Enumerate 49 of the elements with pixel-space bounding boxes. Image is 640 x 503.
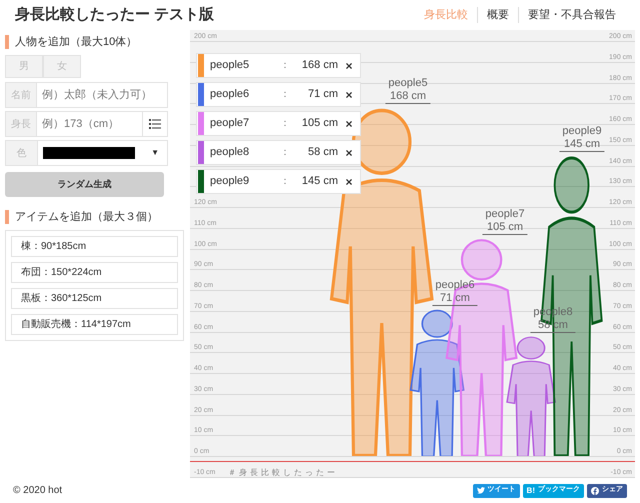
person-height: 168 cm: [390, 90, 426, 104]
remove-button[interactable]: ×: [338, 56, 360, 74]
copyright-text: © 2020 hot: [13, 484, 62, 498]
hashtag-text: ＃身長比較したったー: [228, 468, 338, 477]
separator-text: ：: [280, 146, 290, 160]
person-height: 145 cm: [302, 174, 338, 190]
person-height: 168 cm: [302, 58, 338, 74]
name-field[interactable]: 例）太郎（未入力可）: [37, 82, 168, 108]
heading-accent: [5, 35, 9, 49]
remove-button[interactable]: ×: [338, 86, 360, 104]
separator-text: ：: [280, 175, 290, 189]
nav-link[interactable]: 概要: [477, 6, 518, 24]
section-heading: 人物を追加（最大10体）: [15, 34, 138, 50]
item-button[interactable]: 黒板：360*125cm: [11, 288, 178, 309]
random-button[interactable]: ランダム生成: [5, 172, 164, 197]
separator-text: ：: [280, 88, 290, 102]
person-name: people7: [485, 208, 525, 222]
separator-text: ：: [280, 59, 290, 73]
person-name: people9: [210, 174, 250, 190]
bookmark-mark: B!: [526, 484, 535, 496]
section-heading: アイテムを追加（最大３個）: [15, 210, 158, 225]
remove-button[interactable]: ×: [338, 144, 360, 162]
site-title: 身長比較したったー テスト版: [15, 4, 214, 25]
item-button[interactable]: 棟：90*185cm: [11, 236, 178, 257]
person-height: 58 cm: [308, 145, 338, 160]
list-icon[interactable]: [143, 111, 168, 137]
height-field[interactable]: 例）173（cm）: [37, 111, 143, 137]
person-height: 71 cm: [440, 292, 470, 305]
separator-text: ：: [280, 117, 290, 131]
bird-icon: [476, 487, 485, 494]
person-name: people6: [435, 278, 475, 292]
item-button[interactable]: 布団：150*224cm: [11, 262, 178, 283]
nav-link[interactable]: 要望・不具合報告: [518, 6, 625, 24]
person-height: 71 cm: [308, 87, 338, 102]
person-name: people8: [210, 145, 250, 160]
person-name: people5: [210, 58, 250, 74]
person-height: 145 cm: [564, 138, 600, 152]
remove-button[interactable]: ×: [338, 114, 360, 132]
remove-button[interactable]: ×: [338, 172, 360, 190]
person-height: 105 cm: [302, 116, 338, 132]
heading-accent: [5, 210, 9, 224]
item-button[interactable]: 自動販売機：114*197cm: [11, 314, 178, 335]
person-name: people5: [388, 77, 428, 90]
facebook-icon: [591, 486, 599, 494]
caret-icon: ▼: [151, 147, 159, 159]
person-name: people9: [562, 125, 602, 138]
person-name: people6: [210, 87, 250, 102]
person-name: people7: [210, 116, 250, 132]
person-height: 105 cm: [486, 221, 524, 234]
